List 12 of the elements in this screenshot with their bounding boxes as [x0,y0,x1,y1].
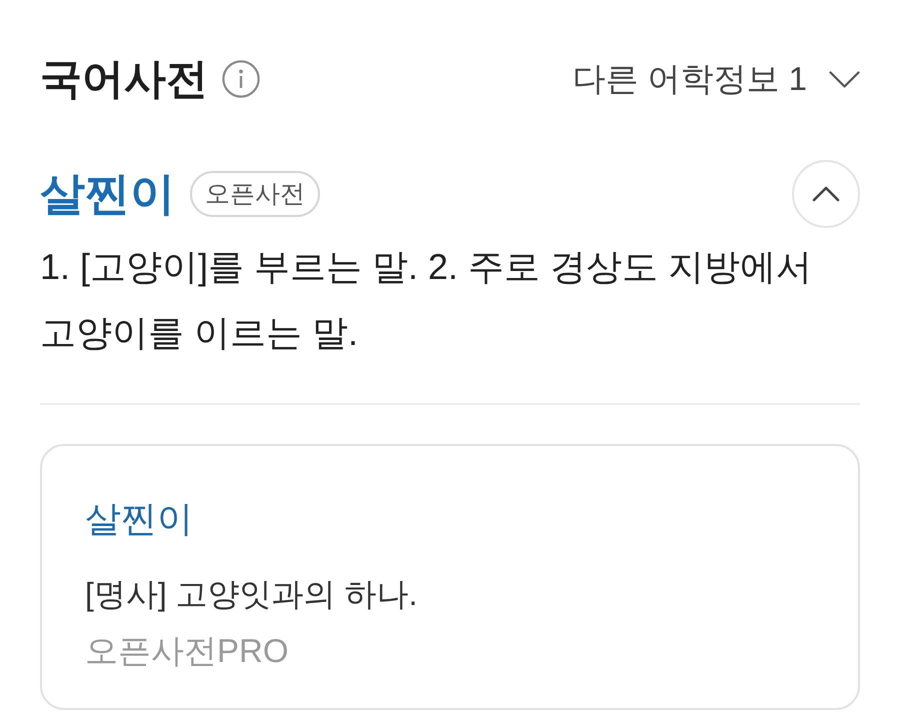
dictionary-title: 국어사전 [40,54,208,104]
other-language-info-dropdown[interactable]: 다른 어학정보 1 [572,56,860,102]
entry-definition: 1. [고양이]를 부르는 말. 2. 주로 경상도 지방에서 고양이를 이르는 말. [40,245,814,355]
card-definition: [명사] 고양잇과의 하나. [85,575,418,614]
card-source: 오픈사전PRO [85,631,289,671]
source-badge: 오픈사전 [190,171,320,217]
chevron-icon [812,186,840,202]
card-word[interactable]: 살찐이 [85,496,193,542]
entry-word[interactable]: 살찐이 [40,166,175,222]
chevron-icon [829,70,860,88]
info-icon[interactable] [222,60,260,98]
dictionary-card[interactable]: 살찐이 [명사] 고양잇과의 하나. 오픈사전PRO [40,444,860,710]
